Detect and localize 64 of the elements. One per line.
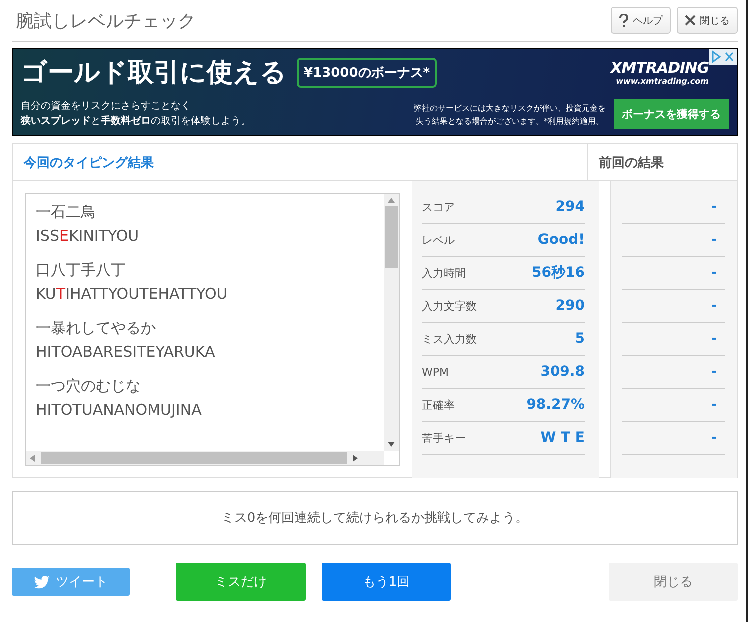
phrase-text: 一石二鳥 bbox=[36, 202, 97, 223]
cta-button[interactable]: ボーナスを獲得する bbox=[614, 99, 729, 129]
scroll-up-icon[interactable] bbox=[388, 198, 395, 203]
stat-value: 56秒16 bbox=[532, 264, 585, 282]
previous-value: - bbox=[711, 232, 718, 248]
previous-value: - bbox=[711, 331, 718, 347]
stat-value: Good! bbox=[538, 232, 585, 248]
ad-text: 自分の資金をリスクにさらすことなく bbox=[21, 100, 192, 114]
stat-value: 309.8 bbox=[540, 364, 585, 380]
stat-value: 290 bbox=[556, 298, 585, 314]
stat-label: スコア bbox=[422, 200, 455, 214]
phrase-text: 一つ穴のむじな bbox=[36, 376, 142, 397]
close-button[interactable]: 閉じる bbox=[609, 563, 738, 601]
scroll-thumb[interactable] bbox=[385, 206, 398, 268]
stat-value: W T E bbox=[540, 430, 585, 446]
ad-text: 狭いスプレッドと手数料ゼロの取引を体験しよう。 bbox=[21, 114, 252, 129]
help-icon bbox=[619, 14, 629, 28]
stat-label: ミス入力数 bbox=[422, 332, 477, 346]
phrase-text: 口八丁手八丁 bbox=[36, 260, 127, 281]
previous-value: - bbox=[711, 364, 718, 380]
romaji-text: HITOABARESITEYARUKA bbox=[36, 342, 216, 363]
stat-value: 294 bbox=[556, 199, 585, 215]
tweet-button[interactable]: ツイート bbox=[12, 568, 130, 596]
stat-label: 正確率 bbox=[422, 398, 455, 412]
stat-label: WPM bbox=[422, 366, 450, 378]
section-title: 今回のタイピング結果 bbox=[22, 155, 155, 173]
bird-icon bbox=[34, 576, 50, 588]
previous-value: - bbox=[711, 397, 718, 413]
romaji-text: HITOTUANANOMUJINA bbox=[36, 400, 203, 421]
misses-only-button[interactable]: ミスだけ bbox=[176, 563, 306, 601]
disclaimer-text: 失う結果となる場合がございます。*利用規約適用。 bbox=[415, 116, 605, 128]
section-title: 前回の結果 bbox=[587, 144, 737, 180]
help-button[interactable]: ヘルプ bbox=[611, 7, 671, 34]
disclaimer-text: 弊社のサービスには大きなリスクが伴い、投資元金を bbox=[414, 103, 606, 116]
stat-value: 5 bbox=[575, 331, 585, 347]
phrase-text: 一暴れしてやるか bbox=[36, 318, 157, 339]
romaji-text: KUTIHATTYOUTEHATTYOU bbox=[36, 284, 229, 305]
horizontal-scrollbar[interactable] bbox=[26, 451, 384, 465]
brand-logo: XMTRADING bbox=[610, 59, 709, 77]
stat-label: 入力文字数 bbox=[422, 298, 477, 314]
ad-banner[interactable]: ゴールド取引に使える ¥13000のボーナス* XMTRADING www.xmtrading.com 自分の資金をリスクにさらすことなく 狭いスプレッドと手数料ゼロの取引を体験しよう。 弊社のサービスには大きなリスクが伴い、投資元金を 失う結果となる場合がございます。*利用規約適用。 ボーナスを獲得する bbox=[12, 48, 738, 136]
ad-headline: ゴールド取引に使える bbox=[21, 57, 287, 90]
ad-url: www.xmtrading.com bbox=[616, 77, 709, 86]
window-title: 腕試しレベルチェック bbox=[16, 10, 196, 32]
scroll-left-icon[interactable] bbox=[30, 454, 35, 462]
scroll-down-icon[interactable] bbox=[388, 442, 395, 447]
retry-button[interactable]: もう1回 bbox=[322, 563, 451, 601]
stat-label: 苦手キー bbox=[422, 430, 466, 446]
close-icon bbox=[685, 15, 696, 26]
scroll-right-icon[interactable] bbox=[353, 454, 358, 462]
vertical-scrollbar[interactable] bbox=[384, 194, 399, 451]
romaji-text: ISSEKINITYOU bbox=[36, 226, 140, 247]
scroll-thumb[interactable] bbox=[41, 452, 347, 464]
close-button[interactable]: 閉じる bbox=[677, 7, 738, 34]
previous-value: - bbox=[711, 199, 718, 215]
stat-label: レベル bbox=[422, 232, 455, 248]
previous-value: - bbox=[711, 298, 718, 314]
challenge-message: ミス0を何回連続して続けられるか挑戦してみよう。 bbox=[221, 510, 529, 527]
ad-info-icon[interactable] bbox=[709, 49, 737, 65]
previous-value: - bbox=[711, 430, 718, 446]
bonus-badge: ¥13000のボーナス* bbox=[297, 58, 438, 88]
stat-value: 98.27% bbox=[526, 397, 585, 413]
previous-value: - bbox=[711, 265, 718, 281]
stat-label: 入力時間 bbox=[422, 266, 466, 280]
